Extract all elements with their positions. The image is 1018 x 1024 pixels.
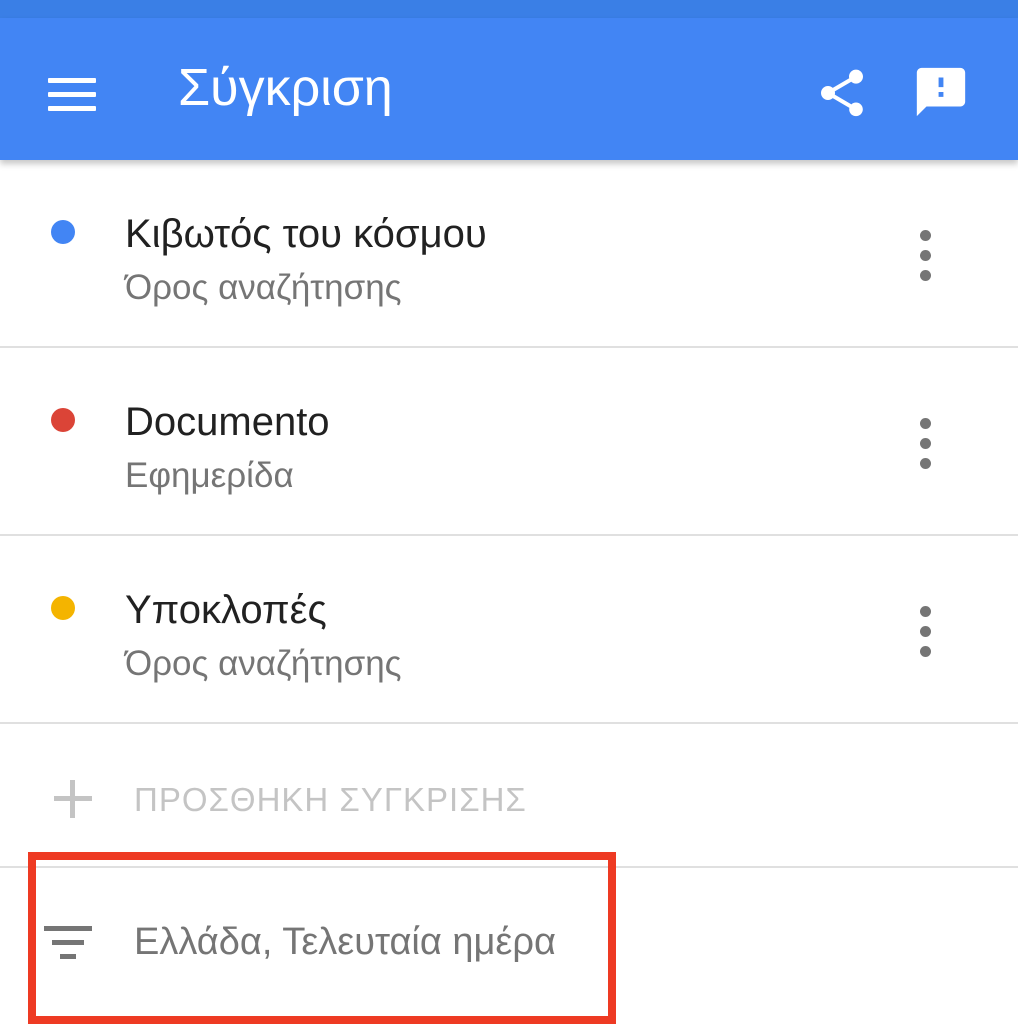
series-color-dot: [51, 220, 75, 244]
comparison-item[interactable]: Υποκλοπές Όρος αναζήτησης: [0, 536, 1018, 724]
filter-icon: [44, 924, 92, 960]
comparison-title: Υποκλοπές: [125, 588, 327, 632]
filter-label: Ελλάδα, Τελευταία ημέρα: [134, 921, 556, 963]
comparison-type: Εφημερίδα: [125, 456, 294, 495]
menu-icon[interactable]: [48, 76, 98, 112]
comparison-item[interactable]: Κιβωτός του κόσμου Όρος αναζήτησης: [0, 160, 1018, 348]
comparison-title: Documento: [125, 400, 330, 444]
comparison-type: Όρος αναζήτησης: [125, 268, 402, 307]
plus-icon: [54, 780, 92, 818]
feedback-icon[interactable]: [912, 63, 970, 121]
more-vert-icon[interactable]: [904, 418, 948, 470]
screen: Σύγκριση Κιβωτός του κόσμου Όρος αναζήτη…: [0, 0, 1018, 1024]
filter-row[interactable]: Ελλάδα, Τελευταία ημέρα: [0, 868, 1018, 1024]
add-comparison-button[interactable]: ΠΡΟΣΘΗΚΗ ΣΥΓΚΡΙΣΗΣ: [0, 724, 1018, 868]
more-vert-icon[interactable]: [904, 230, 948, 282]
comparison-title: Κιβωτός του κόσμου: [125, 212, 487, 256]
app-toolbar: Σύγκριση: [0, 18, 1018, 160]
share-icon[interactable]: [814, 65, 870, 121]
comparison-type: Όρος αναζήτησης: [125, 644, 402, 683]
page-title: Σύγκριση: [178, 59, 393, 117]
series-color-dot: [51, 596, 75, 620]
comparison-item[interactable]: Documento Εφημερίδα: [0, 348, 1018, 536]
series-color-dot: [51, 408, 75, 432]
more-vert-icon[interactable]: [904, 606, 948, 658]
status-bar: [0, 0, 1018, 18]
add-comparison-label: ΠΡΟΣΘΗΚΗ ΣΥΓΚΡΙΣΗΣ: [134, 781, 527, 818]
comparison-list: Κιβωτός του κόσμου Όρος αναζήτησης Docum…: [0, 160, 1018, 724]
